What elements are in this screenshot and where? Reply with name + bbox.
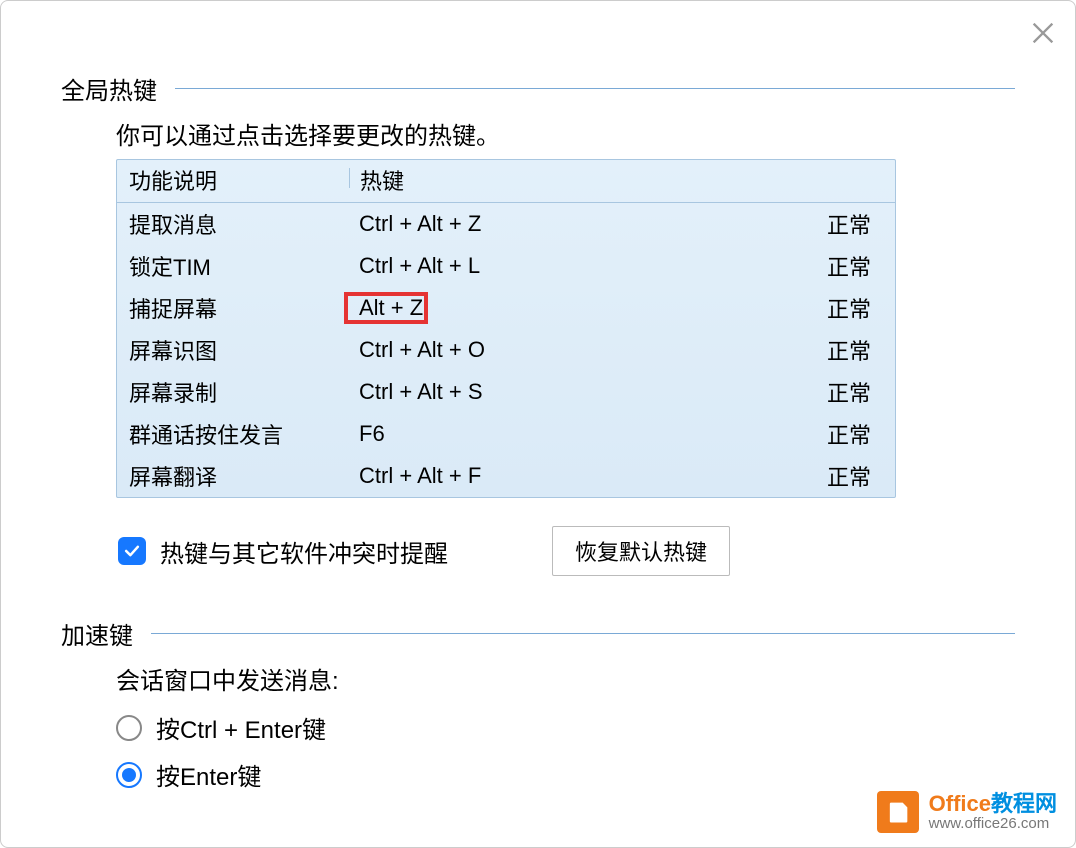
cell-hotkey[interactable]: Alt + Z <box>349 295 729 321</box>
radio-option[interactable]: 按Enter键 <box>116 757 1015 792</box>
conflict-checkbox[interactable] <box>118 537 146 565</box>
divider <box>151 633 1015 634</box>
table-row[interactable]: 屏幕翻译Ctrl + Alt + F正常 <box>117 455 895 497</box>
close-button[interactable] <box>1029 19 1057 47</box>
global-hotkeys-section: 全局热键 你可以通过点击选择要更改的热键。 功能说明 热键 提取消息Ctrl +… <box>61 71 1015 576</box>
hotkey-table: 功能说明 热键 提取消息Ctrl + Alt + Z正常锁定TIMCtrl + … <box>116 159 896 498</box>
table-row[interactable]: 屏幕识图Ctrl + Alt + O正常 <box>117 329 895 371</box>
accelerator-section: 加速键 会话窗口中发送消息: 按Ctrl + Enter键按Enter键 <box>61 616 1015 792</box>
section-header-global: 全局热键 <box>61 71 1015 106</box>
watermark-brand-cn: 教程网 <box>991 791 1057 816</box>
section-title-global: 全局热键 <box>61 71 157 106</box>
radio-button[interactable] <box>116 762 142 788</box>
cell-status: 正常 <box>729 292 895 324</box>
cell-status: 正常 <box>729 250 895 282</box>
watermark: Office教程网 www.office26.com <box>877 791 1057 833</box>
radio-label: 按Ctrl + Enter键 <box>156 710 326 745</box>
settings-dialog: 全局热键 你可以通过点击选择要更改的热键。 功能说明 热键 提取消息Ctrl +… <box>0 0 1076 848</box>
conflict-label: 热键与其它软件冲突时提醒 <box>160 534 448 569</box>
cell-hotkey[interactable]: Ctrl + Alt + S <box>349 379 729 405</box>
table-row[interactable]: 群通话按住发言F6正常 <box>117 413 895 455</box>
restore-defaults-button[interactable]: 恢复默认热键 <box>552 526 730 576</box>
cell-func: 群通话按住发言 <box>129 418 349 450</box>
cell-status: 正常 <box>729 460 895 492</box>
cell-func: 提取消息 <box>129 208 349 240</box>
cell-func: 屏幕录制 <box>129 376 349 408</box>
cell-hotkey[interactable]: Ctrl + Alt + Z <box>349 211 729 237</box>
header-func: 功能说明 <box>129 164 349 196</box>
cell-status: 正常 <box>729 418 895 450</box>
cell-status: 正常 <box>729 334 895 366</box>
radio-option[interactable]: 按Ctrl + Enter键 <box>116 710 1015 745</box>
cell-status: 正常 <box>729 376 895 408</box>
table-row[interactable]: 提取消息Ctrl + Alt + Z正常 <box>117 203 895 245</box>
divider <box>175 88 1015 89</box>
table-body: 提取消息Ctrl + Alt + Z正常锁定TIMCtrl + Alt + L正… <box>117 203 895 497</box>
send-message-label: 会话窗口中发送消息: <box>116 661 1015 696</box>
cell-func: 捕捉屏幕 <box>129 292 349 324</box>
cell-hotkey[interactable]: Ctrl + Alt + F <box>349 463 729 489</box>
radio-button[interactable] <box>116 715 142 741</box>
cell-hotkey[interactable]: Ctrl + Alt + L <box>349 253 729 279</box>
watermark-brand-en: Office <box>929 791 991 816</box>
table-row[interactable]: 捕捉屏幕Alt + Z正常 <box>117 287 895 329</box>
options-row: 热键与其它软件冲突时提醒 恢复默认热键 <box>118 526 1015 576</box>
cell-func: 屏幕翻译 <box>129 460 349 492</box>
table-row[interactable]: 屏幕录制Ctrl + Alt + S正常 <box>117 371 895 413</box>
cell-func: 屏幕识图 <box>129 334 349 366</box>
instruction-text: 你可以通过点击选择要更改的热键。 <box>116 116 1015 151</box>
cell-hotkey[interactable]: Ctrl + Alt + O <box>349 337 729 363</box>
close-icon <box>1029 19 1057 47</box>
section-title-accel: 加速键 <box>61 616 133 651</box>
radio-label: 按Enter键 <box>156 757 261 792</box>
table-header: 功能说明 热键 <box>117 160 895 203</box>
cell-status: 正常 <box>729 208 895 240</box>
cell-func: 锁定TIM <box>129 250 349 282</box>
watermark-url: www.office26.com <box>929 816 1057 833</box>
check-icon <box>122 541 142 561</box>
watermark-logo-icon <box>877 791 919 833</box>
cell-hotkey[interactable]: F6 <box>349 421 729 447</box>
section-header-accel: 加速键 <box>61 616 1015 651</box>
table-row[interactable]: 锁定TIMCtrl + Alt + L正常 <box>117 245 895 287</box>
watermark-title: Office教程网 <box>929 792 1057 816</box>
watermark-text: Office教程网 www.office26.com <box>929 792 1057 833</box>
radio-group: 按Ctrl + Enter键按Enter键 <box>61 710 1015 792</box>
header-key: 热键 <box>350 164 730 196</box>
